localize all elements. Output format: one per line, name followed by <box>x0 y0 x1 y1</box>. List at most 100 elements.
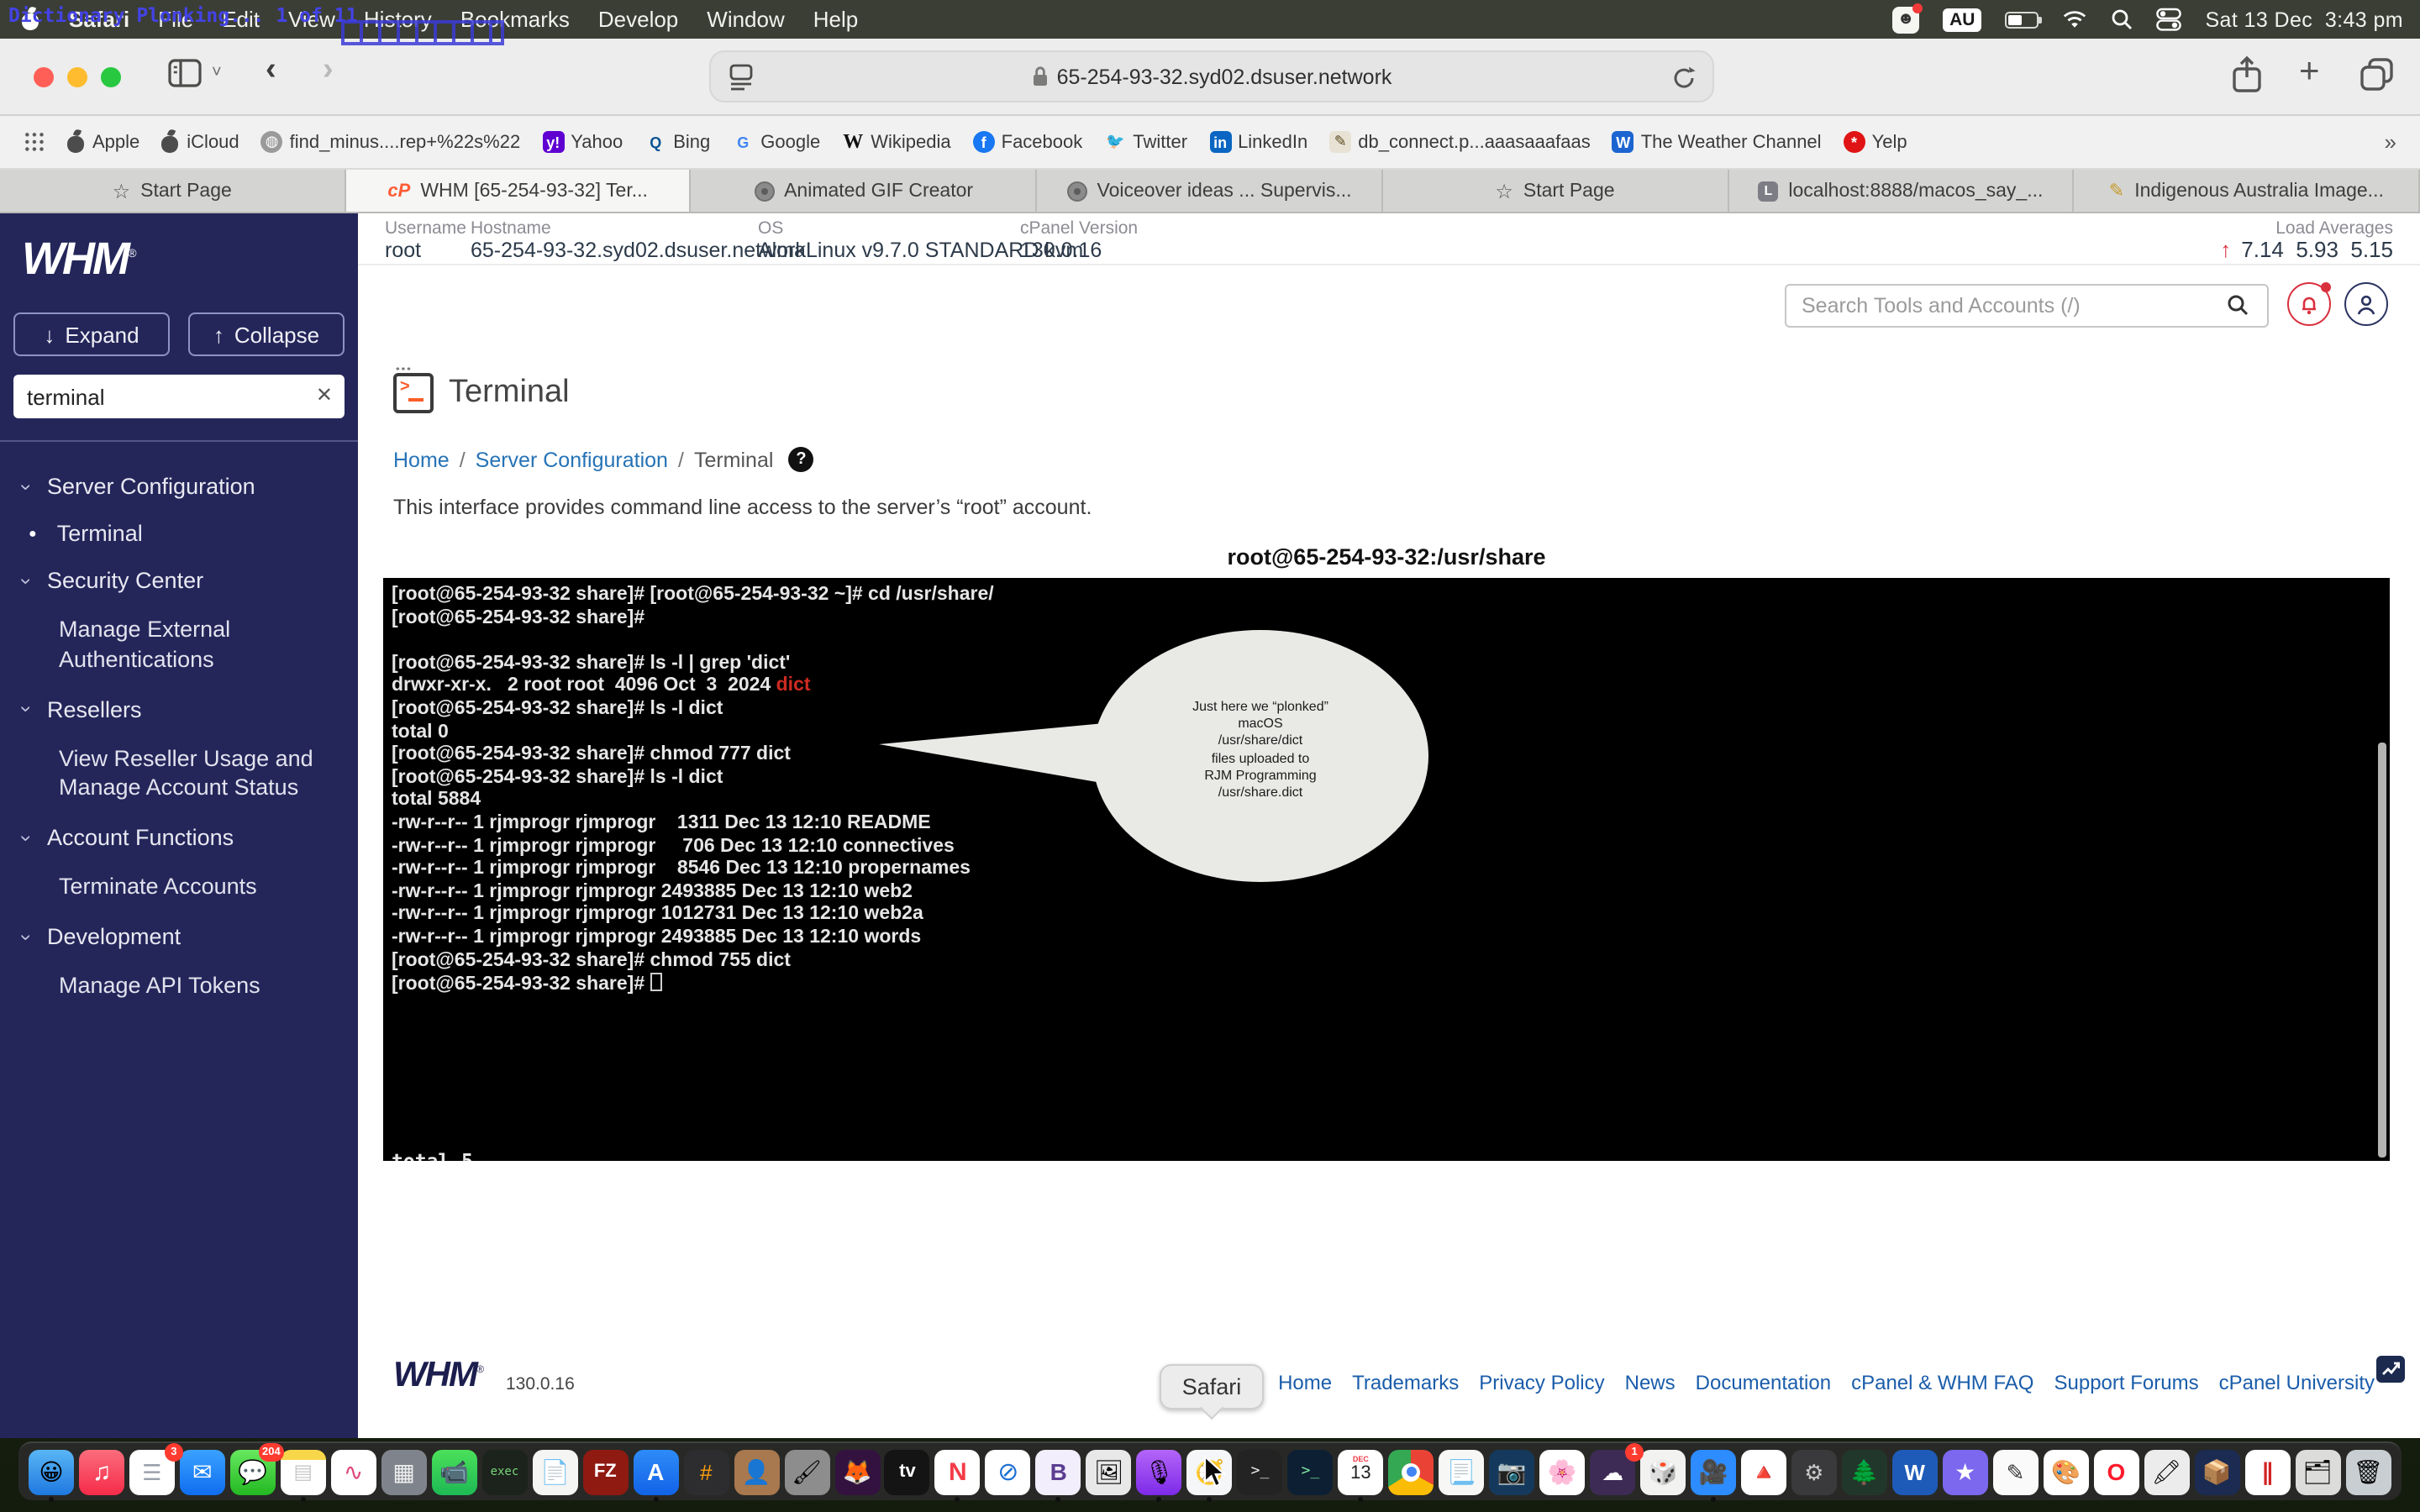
dock-icon-zoom[interactable]: 🎥 <box>1691 1449 1736 1494</box>
collapse-button[interactable]: ↑Collapse <box>188 312 345 356</box>
dock-icon-pen-tool[interactable]: ✎ <box>1993 1449 2039 1494</box>
dock-icon-color-app[interactable]: 🎨 <box>2044 1449 2089 1494</box>
favorite-db-connect-p-aaasaaafaas[interactable]: ✎db_connect.p...aaasaaafaas <box>1329 131 1590 153</box>
dock-icon-maps-dark[interactable]: 🌲 <box>1842 1449 1887 1494</box>
terminal-window[interactable]: [root@65-254-93-32 share]# [root@65-254-… <box>383 578 2390 1161</box>
footer-link-news[interactable]: News <box>1625 1371 1676 1394</box>
dock-icon-box-app[interactable]: 📦 <box>2194 1449 2239 1494</box>
address-bar[interactable]: 65-254-93-32.syd02.dsuser.network <box>709 50 1714 102</box>
dock-icon-chess[interactable]: 🎲 <box>1640 1449 1686 1494</box>
tab-localhost-8888-macos-say[interactable]: Llocalhost:8888/macos_say_... <box>1728 170 2074 212</box>
tab-animated-gif-creator[interactable]: Animated GIF Creator <box>692 170 1037 212</box>
footer-link-documentation[interactable]: Documentation <box>1696 1371 1831 1394</box>
tools-search-input[interactable] <box>1785 284 2269 328</box>
sidebar-chevron-icon[interactable]: ˅ <box>212 64 222 82</box>
dock-icon-opera[interactable]: O <box>2093 1449 2139 1494</box>
dock-icon-google-drive[interactable]: 🔺 <box>1741 1449 1786 1494</box>
reload-icon[interactable] <box>1672 66 1696 91</box>
footer-link-privacy-policy[interactable]: Privacy Policy <box>1479 1371 1604 1394</box>
dock-icon-paint[interactable]: 🖍 <box>2144 1449 2189 1494</box>
dock-icon-podcasts[interactable]: 🎙 <box>1137 1449 1182 1494</box>
dock-icon-gimp[interactable]: 🖌 <box>784 1449 829 1494</box>
sidebar-item-terminate-accounts[interactable]: Terminate Accounts <box>59 873 331 903</box>
favorite-find-minus-rep-22s-22[interactable]: ◍find_minus....rep+%22s%22 <box>261 131 521 153</box>
notifications-bell-icon[interactable] <box>2287 282 2331 326</box>
sidebar-item-view-reseller-usage-and-manage-account-status[interactable]: View Reseller Usage and Manage Account S… <box>59 743 331 803</box>
sidebar-toggle-icon[interactable] <box>168 59 202 87</box>
user-profile-icon[interactable] <box>2344 282 2388 326</box>
dock-icon-image-viewer[interactable]: 🖼 <box>1086 1449 1132 1494</box>
analytics-fab-icon[interactable] <box>2376 1356 2405 1383</box>
sidebar-search-input[interactable] <box>13 375 345 418</box>
dock-icon-firefox[interactable]: 🦊 <box>834 1449 880 1494</box>
sidebar-section-security-center[interactable]: ›Security Center <box>24 568 341 593</box>
dock-icon-exec-terminal[interactable]: exec <box>481 1449 527 1494</box>
favorites-grid-icon[interactable] <box>24 131 45 153</box>
dock-icon-utility[interactable]: ⚙ <box>1791 1449 1837 1494</box>
menu-item-help[interactable]: Help <box>813 7 859 32</box>
window-close-button[interactable] <box>34 67 54 87</box>
dock-icon-mail[interactable]: ✉ <box>180 1449 225 1494</box>
favorite-the-weather-channel[interactable]: WThe Weather Channel <box>1612 131 1822 153</box>
dock-icon-word[interactable]: W <box>1892 1449 1938 1494</box>
favorite-wikipedia[interactable]: WWikipedia <box>842 131 950 153</box>
dock-icon-file-stack[interactable]: 🗂 <box>2295 1449 2340 1494</box>
dock-icon-facetime[interactable]: 📹 <box>432 1449 477 1494</box>
dock-icon-photo-booth[interactable]: 📷 <box>1489 1449 1534 1494</box>
sidebar-section-resellers[interactable]: ›Resellers <box>24 696 341 722</box>
footer-link-cpanel-whm-faq[interactable]: cPanel & WHM FAQ <box>1851 1371 2033 1394</box>
dock-icon-finder[interactable]: 😀 <box>29 1449 74 1494</box>
dock-icon-bbedit[interactable]: B <box>1036 1449 1081 1494</box>
window-zoom-button[interactable] <box>101 67 121 87</box>
dock-icon-apple-tv[interactable]: tv <box>885 1449 930 1494</box>
search-icon[interactable] <box>2227 294 2249 316</box>
menu-extra-app-icon[interactable]: ☻ <box>1892 6 1919 33</box>
dock-icon-messages[interactable]: 💬204 <box>230 1449 276 1494</box>
back-button[interactable]: ‹ <box>266 52 276 89</box>
dock-icon-photos[interactable]: 🌸 <box>1539 1449 1585 1494</box>
dock-icon-parallels[interactable]: ∥ <box>2244 1449 2290 1494</box>
dock-icon-music[interactable]: ♫ <box>79 1449 124 1494</box>
favorite-bing[interactable]: QBing <box>644 131 710 153</box>
favorites-overflow-chevrons[interactable]: » <box>2385 129 2420 155</box>
sidebar-item-terminal[interactable]: ●Terminal <box>29 521 341 546</box>
wifi-icon[interactable] <box>2062 10 2087 29</box>
dock-icon-freeform[interactable]: ∿ <box>331 1449 376 1494</box>
dock-icon-calendar[interactable]: DEC13 <box>1338 1449 1383 1494</box>
tab-overview-icon[interactable] <box>2360 57 2395 92</box>
footer-link-trademarks[interactable]: Trademarks <box>1352 1371 1459 1394</box>
dock-icon-news[interactable]: N <box>935 1449 981 1494</box>
favorite-apple[interactable]: Apple <box>67 131 139 153</box>
menu-item-develop[interactable]: Develop <box>598 7 678 32</box>
dock-icon-textedit[interactable]: 📄 <box>532 1449 577 1494</box>
terminal-scrollbar[interactable] <box>2378 743 2386 1158</box>
sidebar-item-manage-api-tokens[interactable]: Manage API Tokens <box>59 971 331 1001</box>
new-tab-icon[interactable]: + <box>2299 52 2320 92</box>
whm-logo[interactable]: WHM® <box>22 234 358 286</box>
share-icon[interactable] <box>2232 55 2262 94</box>
tab-voiceover-ideas-supervis[interactable]: Voiceover ideas ... Supervis... <box>1037 170 1382 212</box>
dock-icon-filezilla[interactable]: FZ <box>582 1449 628 1494</box>
favorite-icloud[interactable]: iCloud <box>161 131 239 153</box>
tab-start-page[interactable]: ☆Start Page <box>1383 170 1728 212</box>
spotlight-search-icon[interactable] <box>2111 8 2133 30</box>
favorite-facebook[interactable]: fFacebook <box>973 131 1083 153</box>
expand-button[interactable]: ↓Expand <box>13 312 170 356</box>
dock-icon-terminal[interactable]: >_ <box>1238 1449 1283 1494</box>
dock-icon-pages[interactable]: 📃 <box>1439 1449 1484 1494</box>
sidebar-section-server-configuration[interactable]: ›Server Configuration <box>24 474 341 499</box>
favorite-yelp[interactable]: *Yelp <box>1844 131 1907 153</box>
help-icon[interactable]: ? <box>788 447 813 472</box>
battery-icon[interactable] <box>2005 11 2039 28</box>
footer-link-home[interactable]: Home <box>1278 1371 1332 1394</box>
dock-icon-notes[interactable]: ▤ <box>281 1449 326 1494</box>
dock-icon-nomachine[interactable]: ⊘ <box>986 1449 1031 1494</box>
dock-icon-trash[interactable]: 🗑 <box>2345 1449 2391 1494</box>
forward-button[interactable]: › <box>323 52 334 89</box>
input-source-indicator[interactable]: AU <box>1943 8 1981 31</box>
favorite-yahoo[interactable]: y!Yahoo <box>542 131 623 153</box>
breadcrumb-server-config-link[interactable]: Server Configuration <box>476 448 668 471</box>
dock-icon-iterm[interactable]: >_ <box>1287 1449 1333 1494</box>
dock-icon-chrome[interactable] <box>1388 1449 1434 1494</box>
control-center-icon[interactable] <box>2156 7 2181 32</box>
